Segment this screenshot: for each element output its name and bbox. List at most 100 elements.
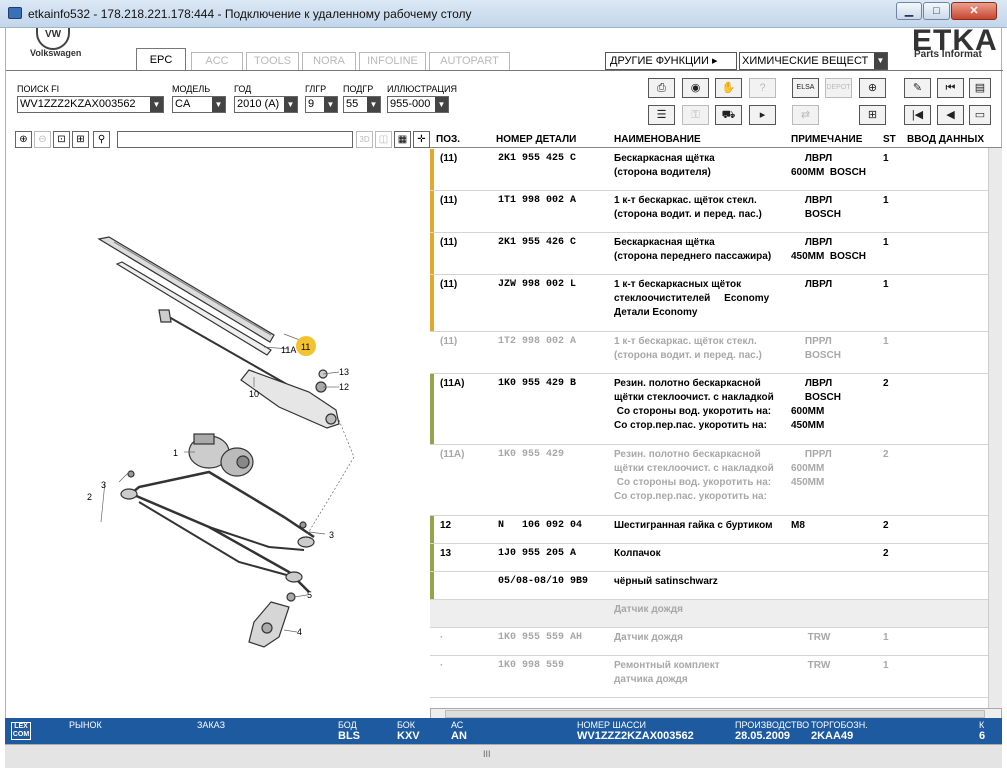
glgr-select[interactable]: 9 ▼	[305, 96, 338, 113]
table-row[interactable]: (11) 1T2 998 002 A 1 к-т бескаркас. щёток …	[430, 332, 1002, 374]
chevron-down-icon[interactable]: ▼	[284, 97, 297, 112]
col-note-header[interactable]: ПРИМЕЧАНИЕ	[791, 134, 862, 145]
order-label: ЗАКАЗ	[197, 720, 226, 730]
skip-first-icon[interactable]: |◀	[904, 105, 931, 125]
table-row[interactable]: (11) 2K1 955 425 C Бескаркасная щётка (сто…	[430, 149, 1002, 191]
table-row[interactable]: · 1K0 998 559 Ремонтный комплект датчика д…	[430, 656, 1002, 698]
zoom-area-icon[interactable]: ⊞	[72, 131, 89, 148]
pin-icon[interactable]: ✎	[904, 78, 931, 98]
callout-11[interactable]: 11	[301, 342, 310, 352]
row-part-number: 2K1 955 425 C	[498, 153, 577, 164]
prev-icon[interactable]: ◀	[937, 105, 964, 125]
table-row[interactable]: (11) 1T1 998 002 A 1 к-т бескаркас. щёток …	[430, 191, 1002, 233]
split-icon[interactable]: ◫	[375, 131, 392, 148]
chemicals-select[interactable]: ХИМИЧЕСКИЕ ВЕЩЕСТ ▼	[739, 52, 888, 70]
tab-infoline[interactable]: INFOLINE	[359, 52, 426, 70]
expand-icon[interactable]: ✛	[413, 131, 430, 148]
close-button[interactable]: ✕	[951, 2, 997, 20]
chemicals-select-value: ХИМИЧЕСКИЕ ВЕЩЕСТ	[742, 55, 869, 67]
callout-3-left[interactable]: 3	[101, 480, 106, 490]
zoom-out-icon[interactable]: ⊖	[34, 131, 51, 148]
parts-diagram[interactable]: 11 11A 13 12 10 1 3 2 3 5 4	[9, 152, 427, 717]
table-row[interactable]: · 1K0 955 559 AH Датчик дождя TRW 1	[430, 628, 1002, 656]
parts-table: ПОЗ. НОМЕР ДЕТАЛИ НАИМЕНОВАНИЕ ПРИМЕЧАНИ…	[430, 130, 1002, 708]
chevron-down-icon[interactable]: ▼	[367, 97, 380, 112]
col-st-header[interactable]: ST	[883, 134, 896, 145]
row-note: ЛВРЛ 450ММ BOSCH	[791, 237, 867, 262]
page-icon[interactable]: ▭	[969, 105, 991, 125]
zoom-in-icon[interactable]: ⊕	[15, 131, 32, 148]
col-pos-header[interactable]: ПОЗ.	[436, 134, 460, 145]
year-select[interactable]: 2010 (A) ▼	[234, 96, 298, 113]
callout-5[interactable]: 5	[307, 590, 312, 600]
first-icon[interactable]: ⏮	[937, 78, 964, 98]
table-row[interactable]: (11A) 1K0 955 429 Резин. полотно бескаркас…	[430, 445, 1002, 516]
as-value: AN	[451, 730, 467, 742]
other-functions-menu[interactable]: ДРУГИЕ ФУНКЦИИ ▸	[605, 52, 737, 70]
minimize-button[interactable]: ▁	[896, 2, 922, 20]
elsa-icon[interactable]: ELSA	[792, 78, 819, 98]
chevron-down-icon[interactable]: ▼	[435, 97, 448, 112]
tab-epc[interactable]: EPC	[136, 48, 186, 71]
callout-12[interactable]: 12	[339, 382, 349, 392]
magnifier-icon[interactable]: ⚲	[93, 131, 110, 148]
depot-icon[interactable]: DEPOT	[825, 78, 852, 98]
3d-icon[interactable]: 3D	[356, 131, 373, 148]
horizontal-scroll-thumb[interactable]	[445, 710, 985, 718]
podgr-select[interactable]: 55 ▼	[343, 96, 381, 113]
chevron-down-icon[interactable]: ▼	[212, 97, 225, 112]
zoom-fit-icon[interactable]: ⊡	[53, 131, 70, 148]
cd-icon[interactable]: ◉	[682, 78, 709, 98]
chevron-down-icon[interactable]: ▼	[150, 97, 163, 112]
car-icon[interactable]: ⛟	[715, 105, 742, 125]
row-marker	[430, 374, 434, 444]
key-icon[interactable]: ⚿	[682, 105, 709, 125]
col-name-header[interactable]: НАИМЕНОВАНИЕ	[614, 134, 701, 145]
chevron-down-icon[interactable]: ▼	[324, 97, 337, 112]
tab-acc[interactable]: ACC	[191, 52, 243, 70]
transfer-icon[interactable]: ⇄	[792, 105, 819, 125]
table-row[interactable]: 13 1J0 955 205 A Колпачок 2	[430, 544, 1002, 572]
list-icon[interactable]: ☰	[648, 105, 675, 125]
table-row[interactable]: 05/08-08/10 9B9 чёрный satinschwarz	[430, 572, 1002, 600]
col-part-header[interactable]: НОМЕР ДЕТАЛИ	[496, 134, 576, 145]
callout-13[interactable]: 13	[339, 367, 349, 377]
col-input-header[interactable]: ВВОД ДАННЫХ	[907, 134, 984, 145]
row-st: 1	[883, 632, 889, 643]
callout-3-right[interactable]: 3	[329, 530, 334, 540]
doc-icon[interactable]: ▤	[969, 78, 991, 98]
row-note: TRW	[791, 632, 831, 643]
row-st: 2	[883, 378, 889, 389]
table-row[interactable]: 12 N 106 092 04 Шестигранная гайка с бурти…	[430, 516, 1002, 544]
play-icon[interactable]: ▸	[749, 105, 776, 125]
help-icon[interactable]: ?	[749, 78, 776, 98]
row-name: 1 к-т бескаркас. щёток стекл. (сторона в…	[614, 195, 762, 220]
illustration-select[interactable]: 955-000 ▼	[387, 96, 449, 113]
diagram-search-input[interactable]	[117, 131, 353, 148]
cart-add-icon[interactable]: ⊕	[859, 78, 886, 98]
search-fi-field[interactable]: WV1ZZZ2KZAX003562 ▼	[17, 96, 164, 113]
callout-1[interactable]: 1	[173, 448, 178, 458]
handshake-icon[interactable]: ✋	[715, 78, 742, 98]
table-row[interactable]: (11A) 1K0 955 429 B Резин. полотно бескарк…	[430, 374, 1002, 445]
cart-icon[interactable]: ⊞	[859, 105, 886, 125]
callout-10[interactable]: 10	[249, 389, 259, 399]
row-marker	[430, 149, 434, 190]
layout-icon[interactable]: ▦	[394, 131, 411, 148]
callout-11a[interactable]: 11A	[281, 345, 296, 355]
chevron-down-icon[interactable]: ▼	[874, 53, 887, 69]
callout-2[interactable]: 2	[87, 492, 92, 502]
table-row[interactable]: (11) 2K1 955 426 C Бескаркасная щётка (сто…	[430, 233, 1002, 275]
row-note: TRW	[791, 660, 831, 671]
maximize-button[interactable]: □	[923, 2, 950, 20]
tab-tools[interactable]: TOOLS	[246, 52, 299, 70]
resize-grip-icon[interactable]: III	[483, 749, 491, 759]
printer-icon[interactable]: ⎙	[648, 78, 675, 98]
model-select[interactable]: CA ▼	[172, 96, 226, 113]
table-row[interactable]: (11) JZW 998 002 L 1 к-т бескаркасных щёто…	[430, 275, 1002, 332]
table-row[interactable]: Датчик дождя	[430, 600, 1002, 628]
callout-4[interactable]: 4	[297, 627, 302, 637]
vertical-scrollbar[interactable]	[988, 148, 1002, 708]
tab-nora[interactable]: NORA	[302, 52, 356, 70]
tab-autopart[interactable]: AUTOPART	[429, 52, 510, 70]
